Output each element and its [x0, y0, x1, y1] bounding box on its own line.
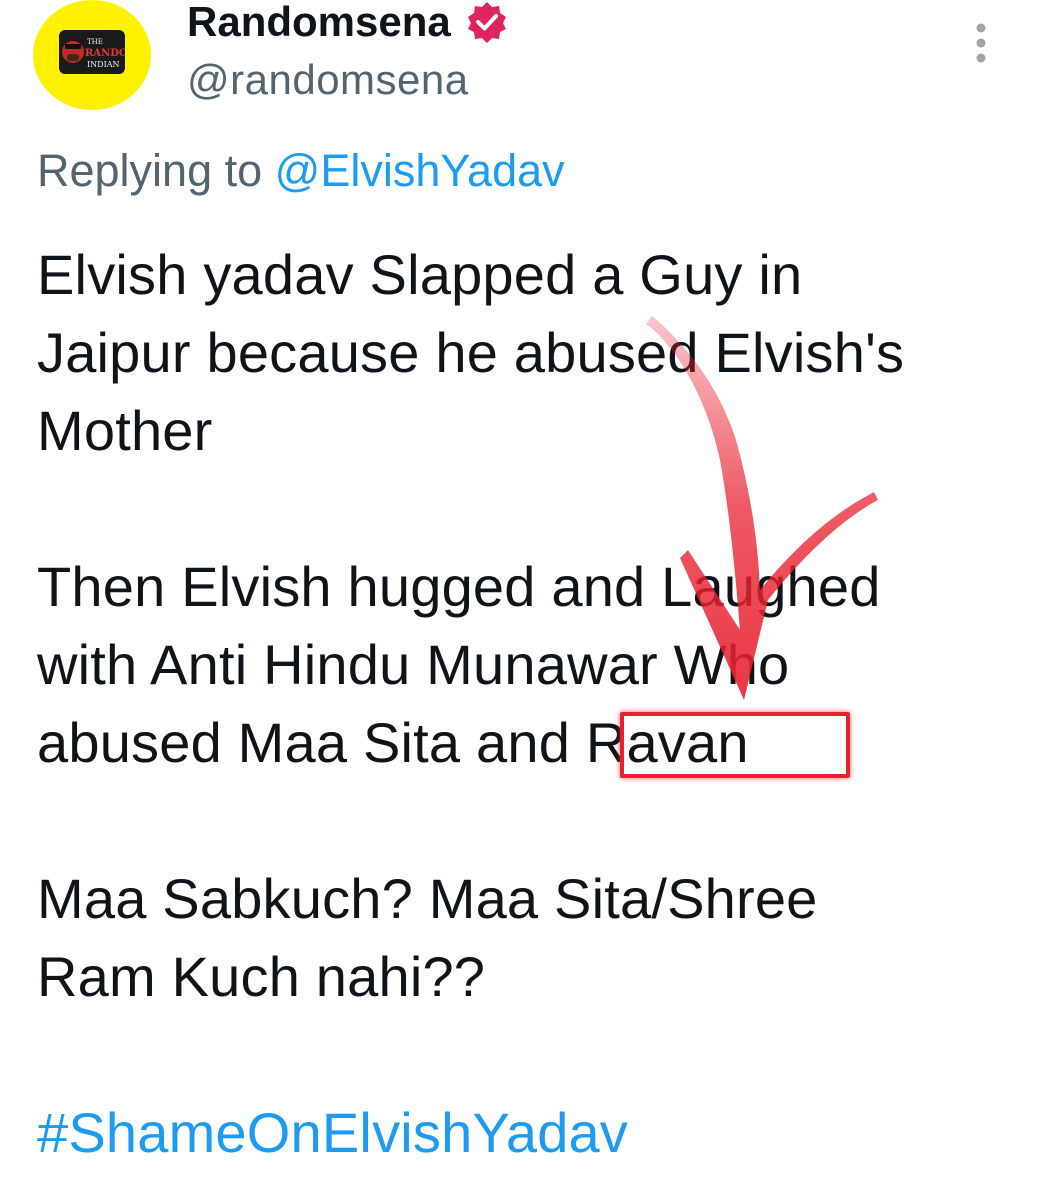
- tweet-line: with Anti Hindu Munawar Who: [37, 633, 790, 696]
- replying-to-label: Replying to: [37, 145, 263, 196]
- author-name-row: Randomsena: [187, 0, 509, 50]
- reply-mention-link[interactable]: @ElvishYadav: [275, 145, 565, 196]
- tweet-line: Then Elvish hugged and Laughed: [37, 555, 881, 618]
- replying-to-line: Replying to @ElvishYadav: [37, 145, 565, 197]
- verified-badge-icon: [465, 0, 509, 44]
- tweet-line: abused Maa Sita and Ravan: [37, 711, 749, 774]
- more-vertical-icon[interactable]: [966, 20, 996, 66]
- tweet-line: Maa Sabkuch? Maa Sita/Shree: [37, 867, 818, 930]
- tweet-card: THE RANDOM INDIAN Randomsena @randomsena…: [0, 0, 1039, 1200]
- tweet-text: Elvish yadav Slapped a Guy in Jaipur bec…: [37, 236, 1017, 1172]
- avatar-logo-text-1: THE: [87, 38, 103, 46]
- hashtag-link[interactable]: #ShameOnElvishYadav: [37, 1094, 1017, 1172]
- avatar-logo-text-2: RANDOM: [85, 48, 125, 59]
- avatar-logo-text-3: INDIAN: [87, 60, 120, 69]
- tweet-line: Ram Kuch nahi??: [37, 945, 486, 1008]
- random-indian-logo-icon: THE RANDOM INDIAN: [59, 30, 125, 74]
- tweet-line: Elvish yadav Slapped a Guy in: [37, 243, 803, 306]
- author-display-name[interactable]: Randomsena: [187, 0, 451, 46]
- tweet-line: Mother: [37, 399, 213, 462]
- author-avatar[interactable]: THE RANDOM INDIAN: [33, 0, 151, 110]
- tweet-line: Jaipur because he abused Elvish's: [37, 321, 905, 384]
- author-handle[interactable]: @randomsena: [187, 56, 469, 104]
